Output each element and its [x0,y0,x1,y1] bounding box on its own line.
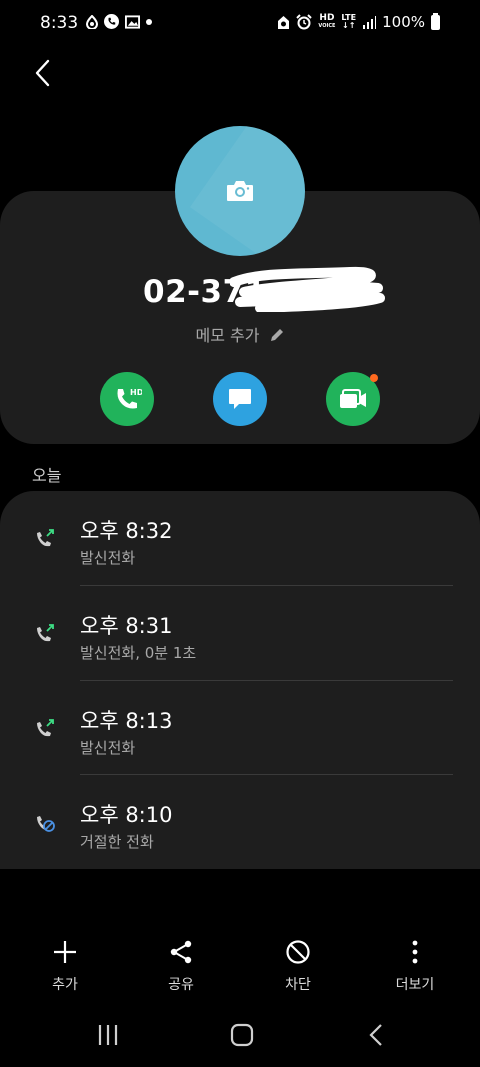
phone-status-icon [104,14,119,29]
call-log-item[interactable]: 오후 8:32 발신전화 [0,491,480,585]
notification-drop-icon [86,14,98,29]
recents-icon [98,1025,118,1045]
more-label: 더보기 [395,977,435,993]
call-time: 오후 8:31 [80,614,173,638]
message-icon [229,389,251,409]
hd-label: HD [319,13,335,23]
notification-dot-icon [146,18,152,25]
system-nav-bar [0,1010,480,1067]
outgoing-call-icon [37,719,54,737]
block-label: 차단 [285,977,311,993]
share-icon [170,940,192,964]
home-button[interactable] [222,1020,262,1050]
block-button[interactable]: 차단 [253,930,343,994]
plus-icon [54,941,76,963]
home-icon [230,1023,254,1047]
call-type: 발신전화 [80,739,136,757]
memo-add[interactable]: 메모 추가 [0,322,480,346]
call-log-list: 오후 8:32 발신전화 오후 8:31 발신전화, 0분 1초 오후 8:13… [0,491,480,869]
video-call-button[interactable] [326,372,380,426]
status-bar: 8:33 HD VOICE LTE ↓↑ 100% [0,0,480,46]
call-button[interactable]: HD [100,372,154,426]
add-label: 추가 [52,977,78,993]
back-icon [369,1024,382,1046]
more-button[interactable]: 더보기 [370,930,460,994]
call-log-item[interactable]: 오후 8:13 발신전화 [0,681,480,775]
phone-hd-icon: HD [117,388,142,409]
battery-percent: 100% [382,13,425,31]
add-button[interactable]: 추가 [20,930,110,994]
call-time: 오후 8:32 [80,519,173,543]
outgoing-call-icon [37,529,54,547]
call-type: 발신전화 [80,549,136,567]
status-left-icons [86,14,152,29]
bottom-toolbar: 추가 공유 차단 더보기 [0,930,480,1000]
call-time: 오후 8:13 [80,709,173,733]
notification-dot [370,374,378,382]
section-today: 오늘 [32,466,62,485]
signal-icon [363,15,377,29]
camera-icon [227,181,253,201]
lte-arrows-icon: ↓↑ [342,21,356,30]
redaction-scribble [230,266,385,312]
call-type: 거절한 전화 [80,833,154,851]
share-label: 공유 [168,977,194,993]
back-button[interactable] [26,56,60,90]
alarm-home-icon [278,15,290,29]
video-call-icon [340,389,366,408]
image-status-icon [125,14,140,29]
battery-icon [431,12,440,30]
block-icon [286,940,310,964]
status-time: 8:33 [40,13,79,33]
hd-voice-label: VOICE [318,23,336,29]
call-log-item[interactable]: 오후 8:10 거절한 전화 [0,775,480,869]
alarm-icon [296,14,313,30]
memo-add-label: 메모 추가 [195,326,260,345]
call-type: 발신전화, 0분 1초 [80,644,197,662]
lte-indicator: LTE ↓↑ [341,14,356,30]
message-button[interactable] [213,372,267,426]
system-back-button[interactable] [356,1020,396,1050]
hd-voice-indicator: HD VOICE [318,14,335,30]
outgoing-call-icon [37,624,54,642]
more-vertical-icon [412,940,418,964]
contact-avatar[interactable] [175,126,305,256]
rejected-call-icon [37,816,55,832]
call-log-item[interactable]: 오후 8:31 발신전화, 0분 1초 [0,586,480,680]
chevron-left-icon [35,59,50,87]
share-button[interactable]: 공유 [136,930,226,994]
status-right-icons: HD VOICE LTE ↓↑ 100% [277,12,440,31]
recents-button[interactable] [88,1020,128,1050]
call-time: 오후 8:10 [80,803,173,827]
pencil-icon [270,329,283,341]
call-hd-badge: HD [130,388,142,397]
